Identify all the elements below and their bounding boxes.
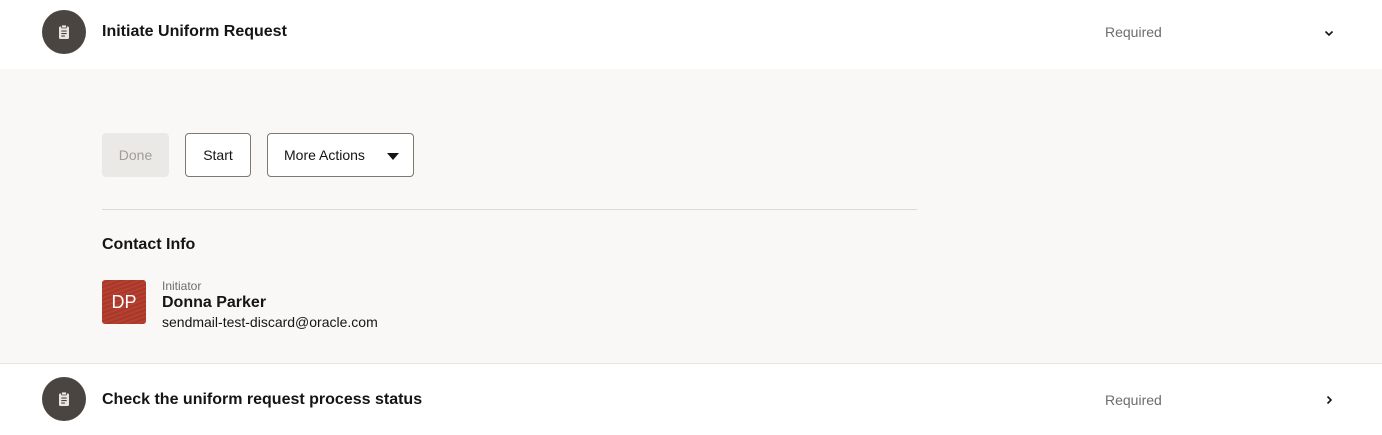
contact-role: Initiator bbox=[162, 279, 202, 293]
done-button[interactable]: Done bbox=[102, 133, 169, 177]
contact-name: Donna Parker bbox=[162, 294, 267, 311]
task-status: Required bbox=[1105, 24, 1162, 40]
caret-down-icon bbox=[387, 153, 399, 160]
task-details-panel: Done Start More Actions Contact Info DP … bbox=[0, 69, 1382, 363]
task-title: Initiate Uniform Request bbox=[102, 23, 287, 40]
avatar-initials: DP bbox=[111, 291, 137, 312]
more-actions-button[interactable]: More Actions bbox=[267, 133, 414, 177]
chevron-right-icon[interactable] bbox=[1318, 389, 1340, 411]
start-button[interactable]: Start bbox=[185, 133, 251, 177]
clipboard-icon bbox=[42, 377, 86, 421]
divider bbox=[102, 209, 917, 210]
contact-info-heading: Contact Info bbox=[102, 236, 196, 253]
contact-email: sendmail-test-discard@oracle.com bbox=[162, 314, 378, 330]
task-title: Check the uniform request process status bbox=[102, 391, 423, 408]
avatar: DP bbox=[102, 280, 146, 324]
clipboard-icon bbox=[42, 10, 86, 54]
task-status: Required bbox=[1105, 392, 1162, 408]
task-header-initiate-uniform-request[interactable]: Initiate Uniform Request Required bbox=[0, 0, 1382, 69]
more-actions-label: More Actions bbox=[284, 147, 365, 163]
chevron-down-icon[interactable] bbox=[1318, 22, 1340, 44]
task-header-check-status[interactable]: Check the uniform request process status… bbox=[0, 363, 1382, 435]
